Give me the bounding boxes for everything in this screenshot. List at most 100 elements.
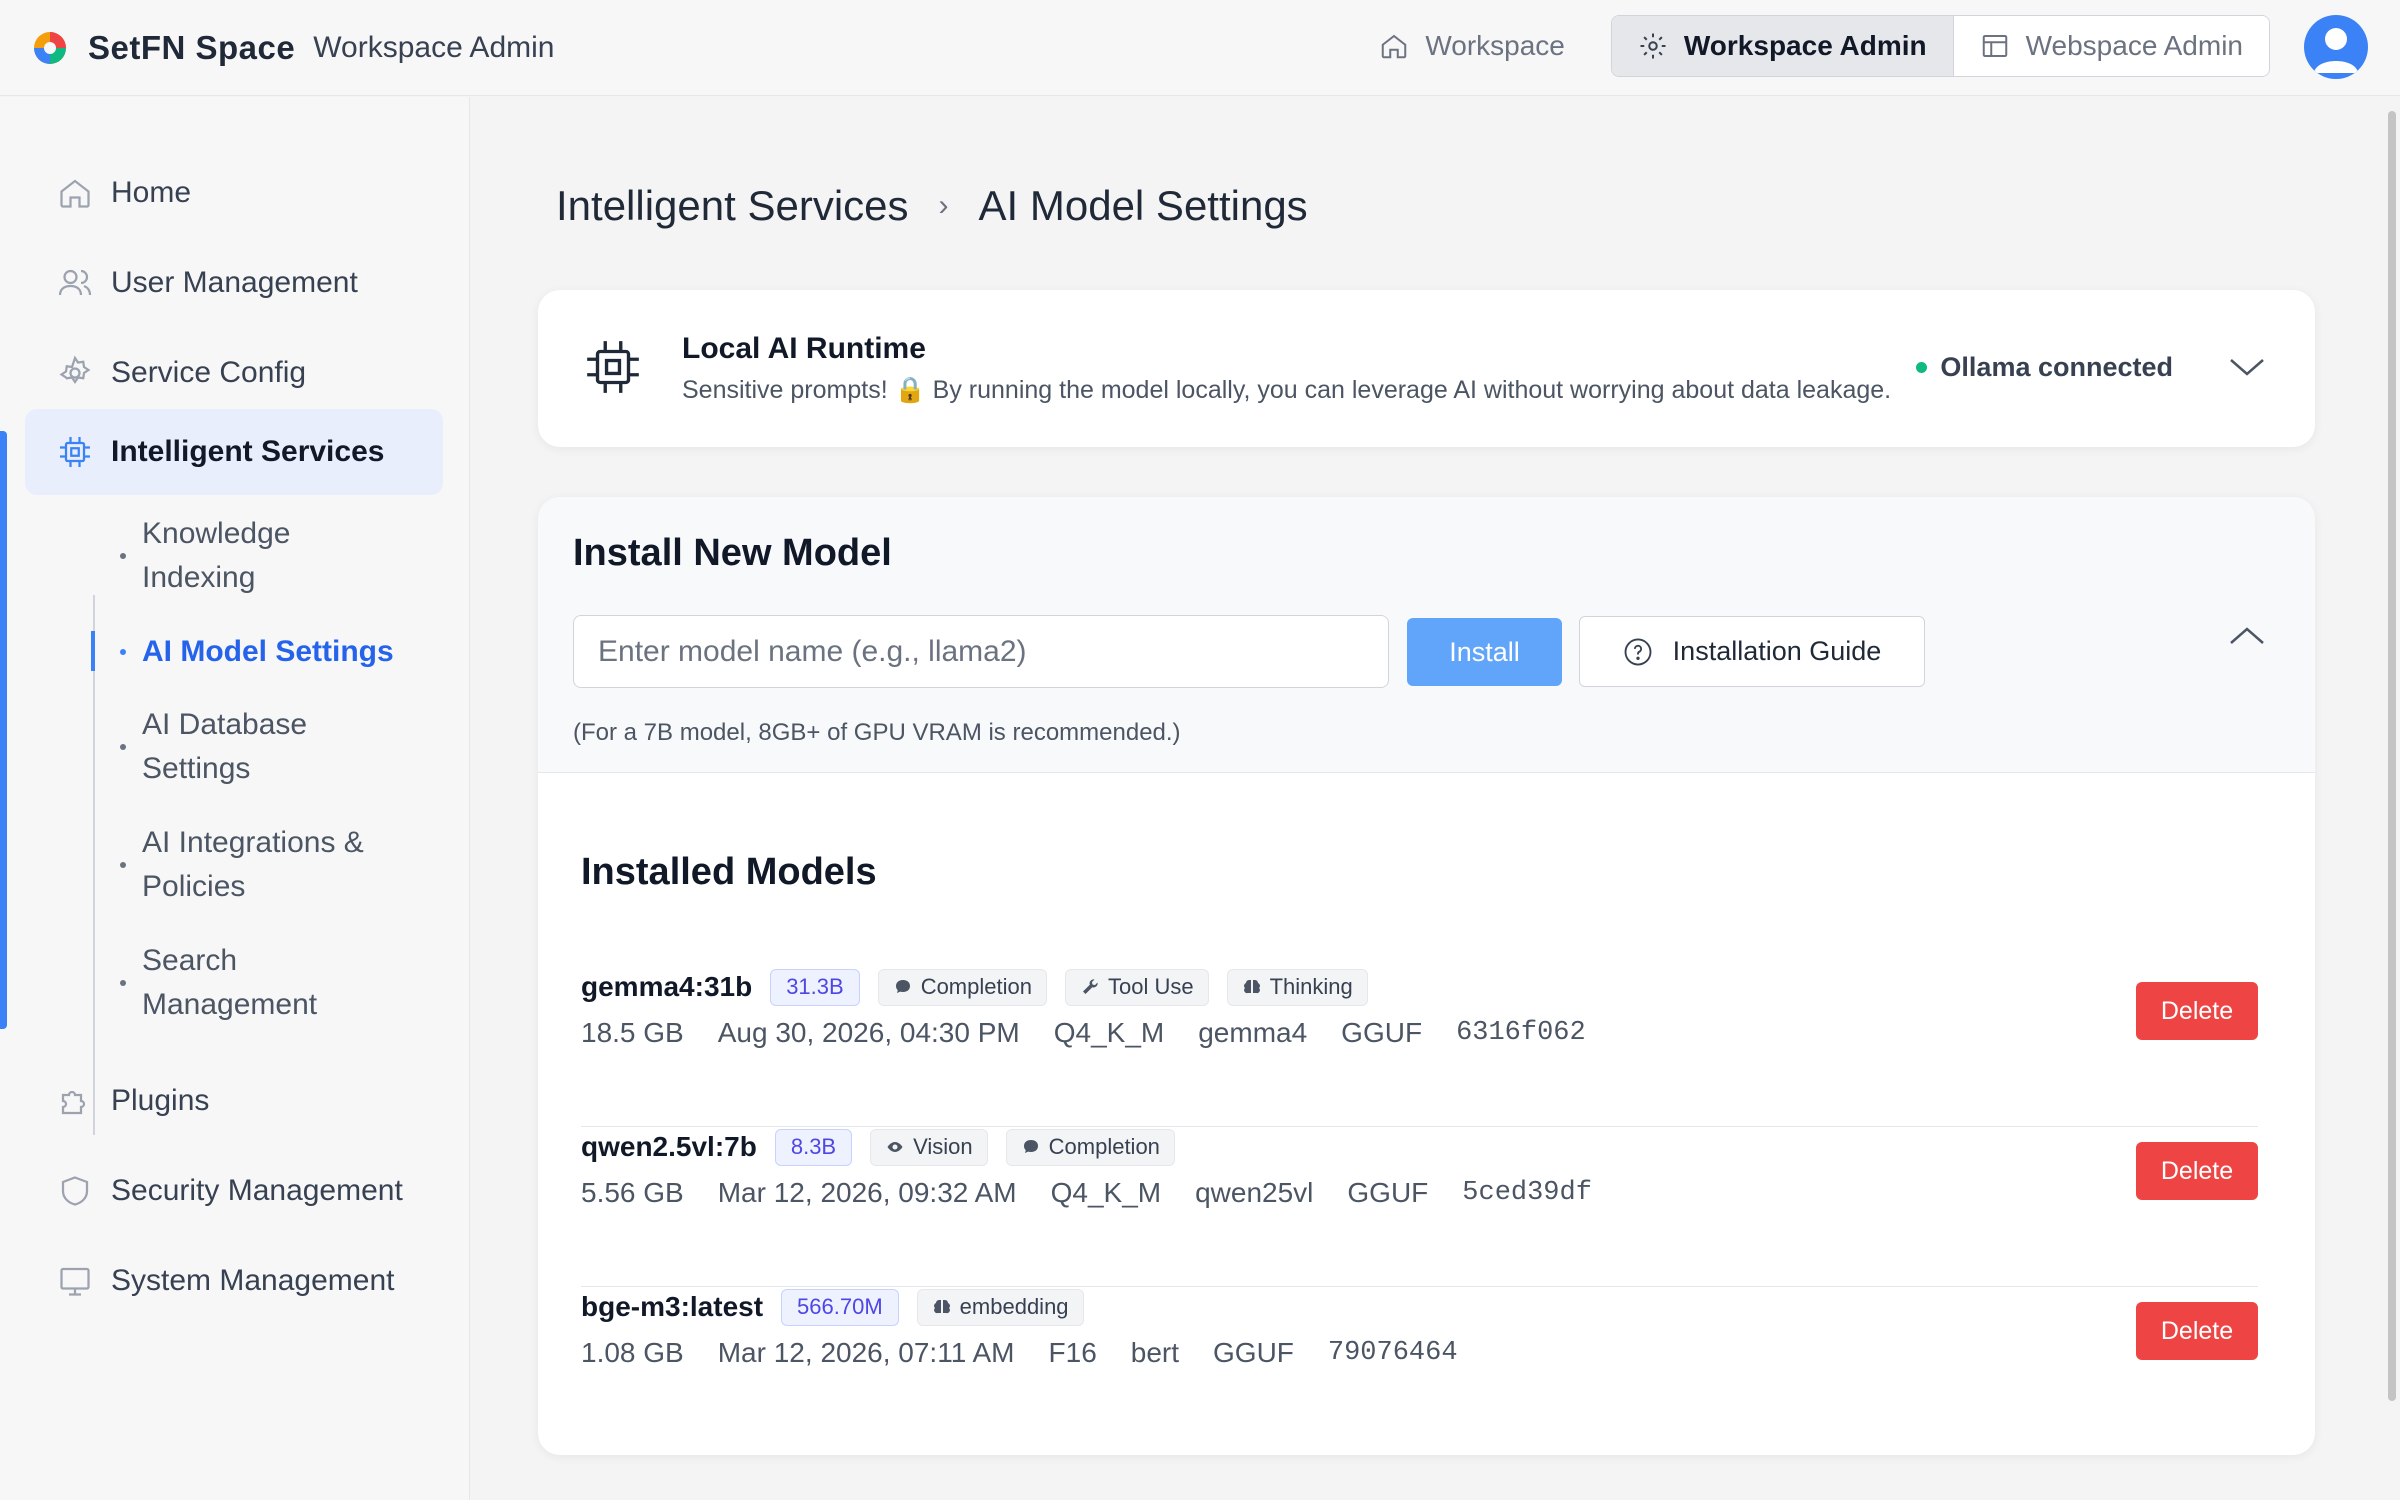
- sidebar-subitem-label: Knowledge Indexing: [142, 517, 291, 594]
- breadcrumb: Intelligent Services › AI Model Settings: [556, 182, 1308, 230]
- brain-icon: [933, 1300, 950, 1314]
- scrollbar-thumb[interactable]: [2388, 111, 2396, 1401]
- sidebar-item-intelligent-services[interactable]: Intelligent Services: [25, 409, 443, 495]
- capability-label: Vision: [913, 1134, 973, 1159]
- bullet-dot: [120, 744, 126, 750]
- model-size: 18.5 GB: [581, 1017, 684, 1048]
- model-size: 1.08 GB: [581, 1337, 684, 1368]
- sidebar-item-label: User Management: [111, 266, 358, 299]
- avatar-icon: [2314, 28, 2358, 73]
- breadcrumb-chevron-icon: ›: [938, 189, 949, 222]
- delete-model-button[interactable]: Delete: [2136, 1302, 2258, 1360]
- sidebar-subitem-ai-database-settings[interactable]: AI Database Settings: [120, 703, 440, 791]
- capability-badge: Thinking: [1226, 968, 1368, 1006]
- chat-icon: [895, 980, 910, 993]
- bullet-dot: [120, 862, 126, 868]
- capability-badge: Completion: [1005, 1128, 1175, 1166]
- brand[interactable]: SetFN Space Workspace Admin: [32, 29, 554, 67]
- model-format: GGUF: [1347, 1177, 1429, 1208]
- sidebar-item-user-management[interactable]: User Management: [25, 240, 443, 326]
- capability-label: embedding: [959, 1294, 1069, 1319]
- model-digest: 6316f062: [1456, 1018, 1586, 1048]
- brand-name: SetFN Space: [88, 28, 296, 66]
- model-quant: Q4_K_M: [1053, 1017, 1165, 1048]
- capability-badge: embedding: [916, 1288, 1084, 1326]
- sidebar-subitem-ai-integrations[interactable]: AI Integrations & Policies: [120, 821, 440, 909]
- param-size-badge: 566.70M: [781, 1288, 899, 1326]
- sidebar-subitem-label: AI Database Settings: [142, 708, 308, 785]
- delete-model-button[interactable]: Delete: [2136, 982, 2258, 1040]
- sidebar-subitem-knowledge-indexing[interactable]: Knowledge Indexing: [120, 512, 440, 600]
- installation-guide-label: Installation Guide: [1672, 636, 1882, 666]
- sidebar-subitem-ai-model-settings[interactable]: AI Model Settings: [120, 630, 440, 674]
- sidebar-subitem-search-management[interactable]: Search Management: [120, 939, 440, 1027]
- topnav-webspace-admin[interactable]: Webspace Admin: [1953, 16, 2269, 76]
- users-icon: [58, 269, 92, 296]
- gear-icon: [1640, 33, 1666, 59]
- runtime-status: Ollama connected: [1916, 352, 2173, 383]
- topnav-workspace-admin[interactable]: Workspace Admin: [1611, 16, 1954, 76]
- sidebar-item-system-management[interactable]: System Management: [25, 1238, 443, 1324]
- installation-guide-button[interactable]: Installation Guide: [1579, 616, 1925, 687]
- local-runtime-card: Local AI Runtime Sensitive prompts! 🔒 By…: [538, 290, 2315, 447]
- top-bar: SetFN Space Workspace Admin Workspace Wo…: [0, 0, 2400, 96]
- bullet-dot: [120, 649, 126, 655]
- runtime-title: Local AI Runtime: [682, 332, 926, 365]
- user-avatar[interactable]: [2304, 15, 2368, 79]
- sidebar-item-service-config[interactable]: Service Config: [25, 330, 443, 416]
- model-name: gemma4:31b: [581, 971, 753, 1002]
- sidebar-item-label: Security Management: [111, 1174, 403, 1207]
- capability-badge: Vision: [870, 1128, 988, 1166]
- sidebar-subitem-label: AI Model Settings: [142, 635, 394, 668]
- brand-logo-icon: [34, 31, 66, 64]
- sidebar-item-plugins[interactable]: Plugins: [25, 1058, 443, 1144]
- model-quant: F16: [1048, 1337, 1097, 1368]
- bullet-dot: [120, 980, 126, 986]
- model-quant: Q4_K_M: [1050, 1177, 1162, 1208]
- model-name: bge-m3:latest: [581, 1291, 764, 1322]
- model-date: Aug 30, 2026, 04:30 PM: [717, 1017, 1020, 1048]
- capability-badge: Tool Use: [1064, 968, 1209, 1006]
- sidebar-item-label: Plugins: [111, 1084, 210, 1117]
- model-digest: 5ced39df: [1462, 1178, 1592, 1208]
- page-scrollbar[interactable]: [2384, 97, 2400, 1500]
- topnav-webspace-admin-label: Webspace Admin: [2025, 30, 2243, 61]
- chevron-down-icon[interactable]: [2227, 350, 2267, 382]
- breadcrumb-parent[interactable]: Intelligent Services: [556, 182, 909, 230]
- eye-icon: [887, 1142, 903, 1152]
- model-family: qwen25vl: [1195, 1177, 1314, 1208]
- model-date: Mar 12, 2026, 09:32 AM: [717, 1177, 1017, 1208]
- chevron-up-icon[interactable]: [2227, 619, 2267, 651]
- install-title: Install New Model: [573, 532, 892, 574]
- breadcrumb-current: AI Model Settings: [978, 182, 1308, 229]
- capability-label: Completion: [1048, 1134, 1160, 1159]
- status-dot: [1916, 362, 1928, 373]
- delete-model-button[interactable]: Delete: [2136, 1142, 2258, 1200]
- param-size-badge: 31.3B: [770, 968, 860, 1006]
- chip-icon: [587, 341, 639, 393]
- model-head: bge-m3:latest 566.70M embedding: [581, 1287, 1102, 1327]
- gear-icon: [59, 355, 91, 385]
- puzzle-icon: [61, 1090, 86, 1115]
- admin-switcher: Workspace Admin Webspace Admin: [1610, 15, 2270, 77]
- models-card: Install New Model Install Installation G…: [538, 497, 2315, 1455]
- capability-label: Tool Use: [1107, 974, 1194, 999]
- submenu-guide-line: [93, 595, 95, 1135]
- sidebar-subitem-label: Search Management: [142, 944, 318, 1021]
- runtime-status-label: Ollama connected: [1940, 352, 2173, 382]
- chat-icon: [1023, 1140, 1038, 1153]
- sidebar-item-security-management[interactable]: Security Management: [25, 1148, 443, 1234]
- model-name-input[interactable]: [573, 615, 1389, 688]
- runtime-subtitle: Sensitive prompts! 🔒 By running the mode…: [682, 376, 1892, 404]
- model-meta: 1.08 GB Mar 12, 2026, 07:11 AM F16 bert …: [581, 1337, 1492, 1369]
- model-format: GGUF: [1341, 1017, 1423, 1048]
- model-family: bert: [1130, 1337, 1180, 1368]
- model-digest: 79076464: [1327, 1338, 1458, 1368]
- model-row: gemma4:31b 31.3B Completion Tool Use Thi…: [581, 967, 2258, 1127]
- sidebar-item-home[interactable]: Home: [25, 150, 443, 236]
- topnav-workspace[interactable]: Workspace: [1353, 15, 1591, 77]
- model-row: qwen2.5vl:7b 8.3B Vision Completion 5.56…: [581, 1127, 2258, 1287]
- shield-icon: [61, 1176, 89, 1206]
- model-format: GGUF: [1213, 1337, 1294, 1368]
- install-button[interactable]: Install: [1407, 618, 1562, 686]
